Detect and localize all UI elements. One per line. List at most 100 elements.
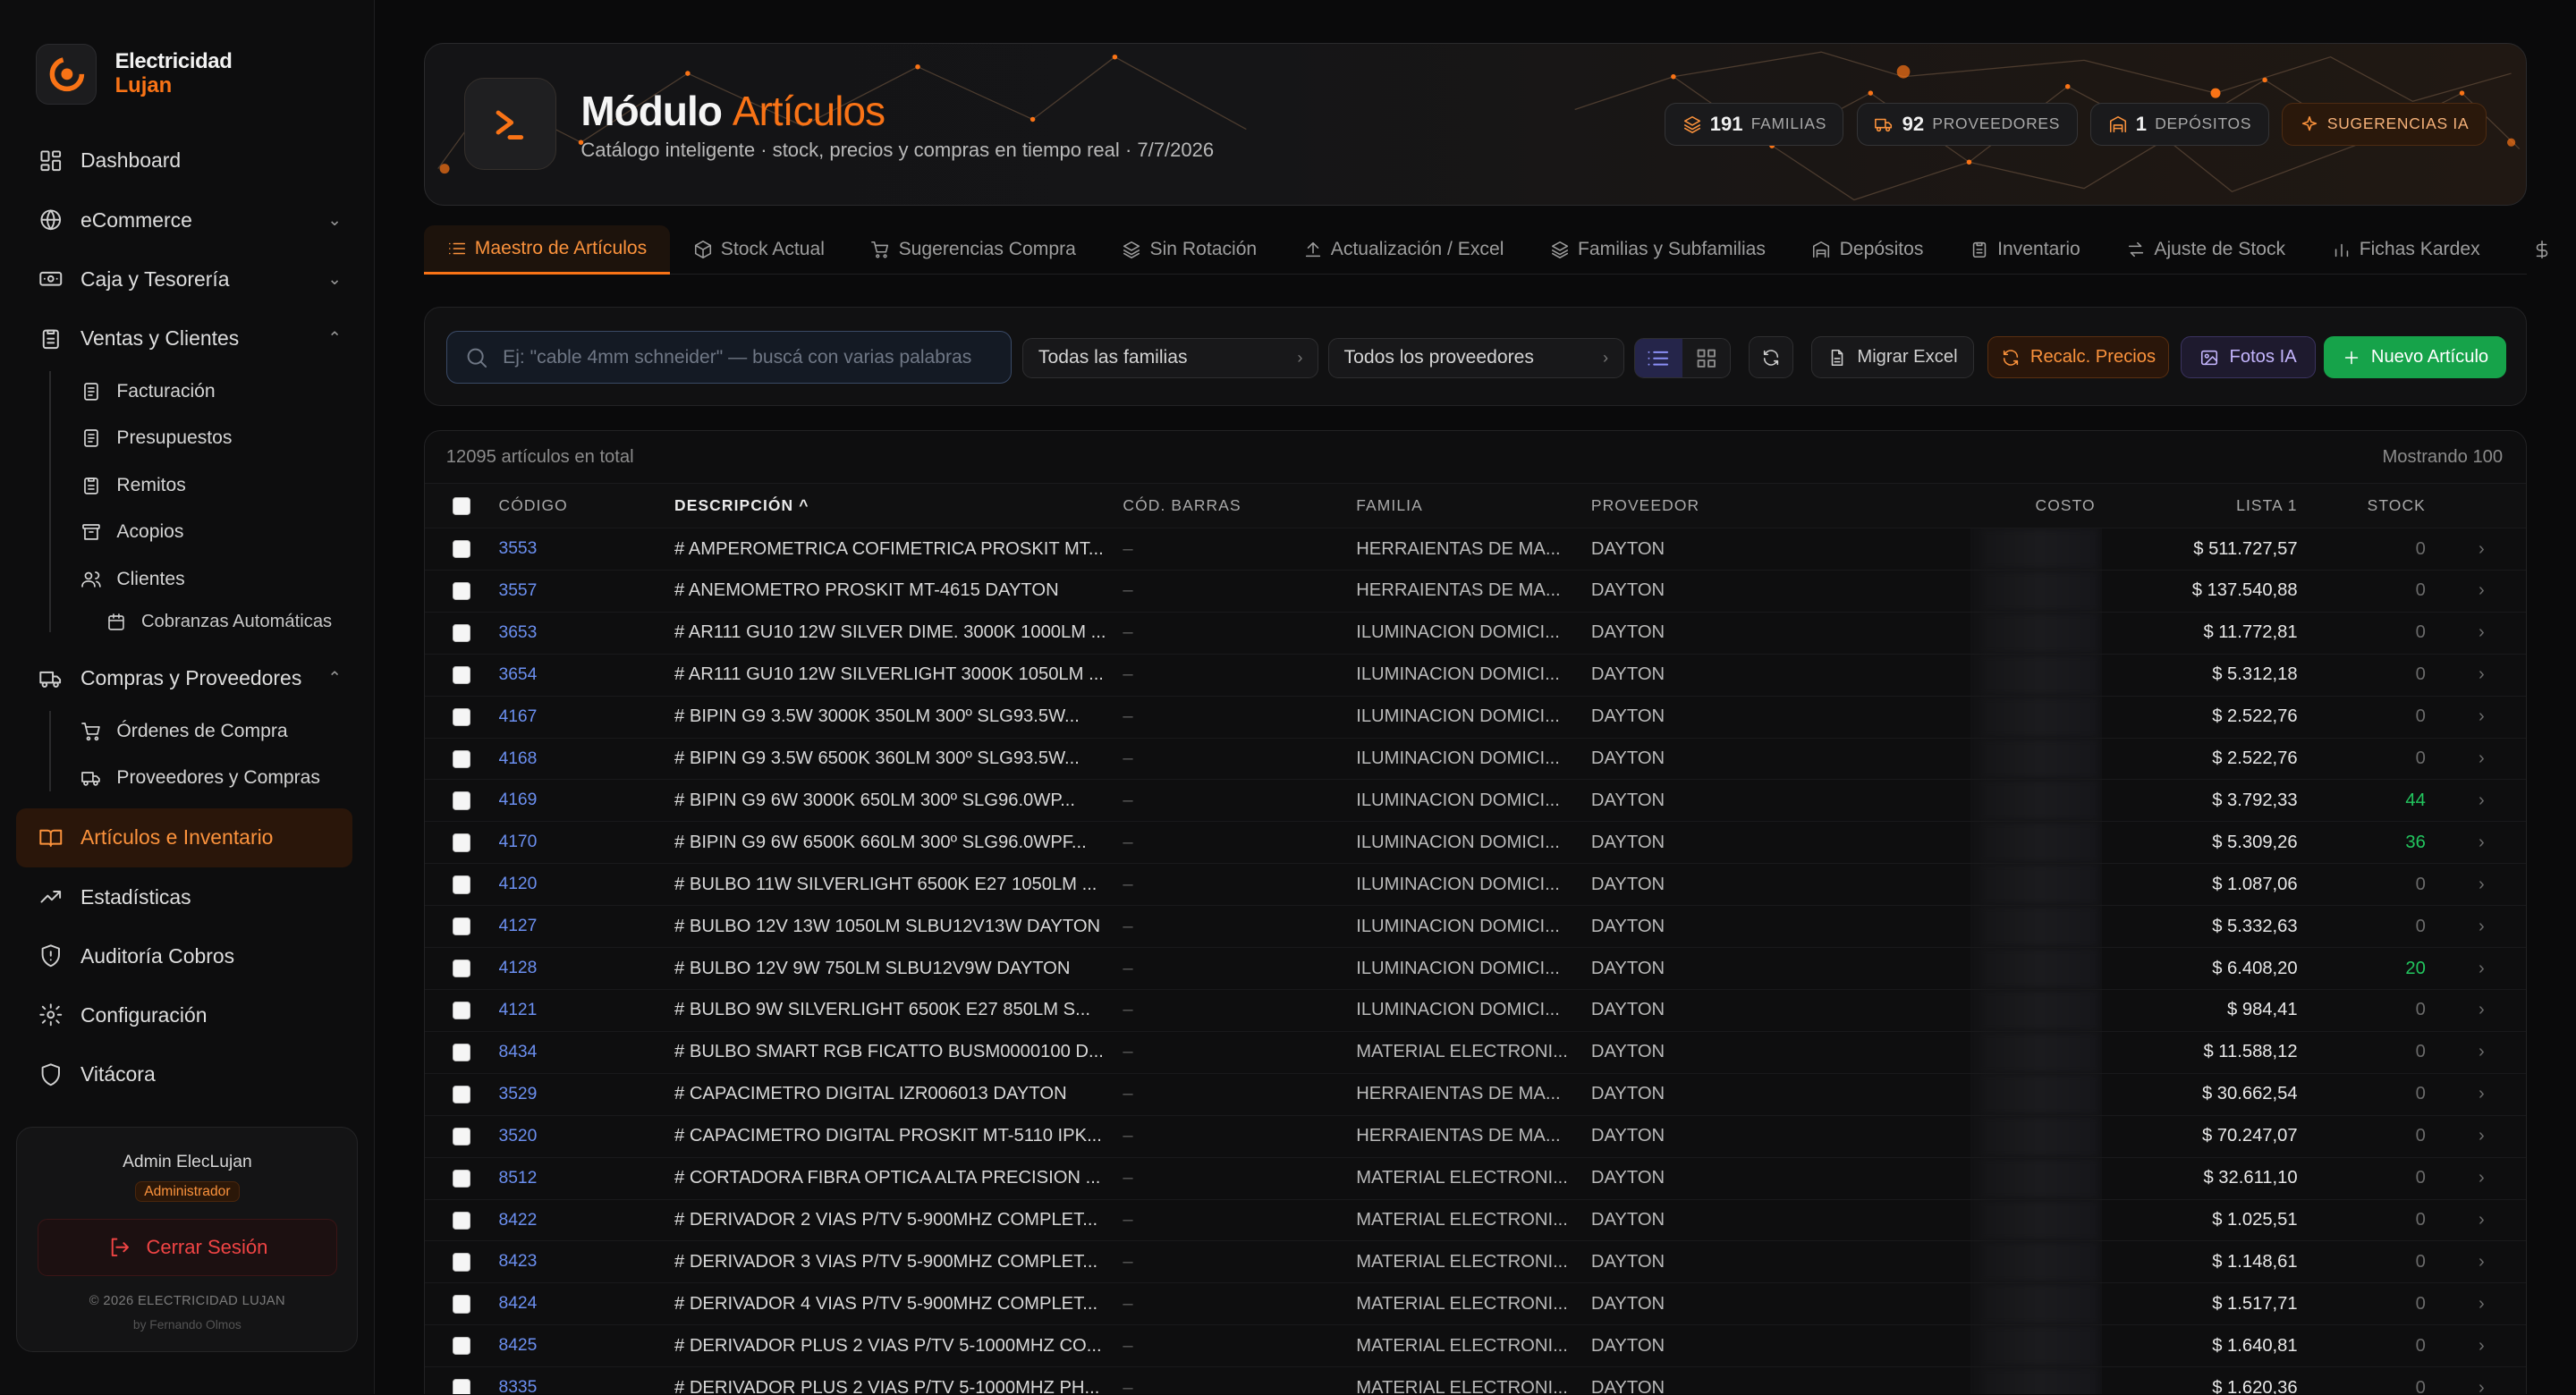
row-select[interactable]	[424, 947, 499, 990]
row-select[interactable]	[424, 611, 499, 655]
cell-codigo[interactable]: 3553	[498, 528, 675, 571]
row-select[interactable]	[424, 528, 499, 571]
header-proveedor[interactable]: PROVEEDOR	[1590, 483, 1971, 528]
chevron-right-icon[interactable]: ›	[2435, 653, 2526, 697]
nav-articulos[interactable]: Artículos e Inventario	[16, 807, 352, 867]
row-select[interactable]	[424, 821, 499, 864]
table-row[interactable]: 3653 # AR111 GU10 12W SILVER DIME. 3000K …	[424, 611, 2526, 655]
chevron-right-icon[interactable]: ›	[2435, 1156, 2526, 1200]
table-row[interactable]: 3520 # CAPACIMETRO DIGITAL PROSKIT MT-511…	[424, 1114, 2526, 1158]
nav-dashboard[interactable]: Dashboard	[0, 131, 374, 190]
chevron-right-icon[interactable]: ›	[2435, 1030, 2526, 1074]
nav-presupuestos[interactable]: Presupuestos	[0, 415, 374, 462]
row-select[interactable]	[424, 653, 499, 697]
tab-inventario[interactable]: Inventario	[1946, 225, 2103, 275]
nav-acopios[interactable]: Acopios	[0, 509, 374, 556]
chevron-right-icon[interactable]: ›	[2435, 1240, 2526, 1283]
refresh-button[interactable]	[1749, 335, 1793, 379]
row-select[interactable]	[424, 863, 499, 906]
chevron-right-icon[interactable]: ›	[2435, 737, 2526, 780]
table-row[interactable]: 4167 # BIPIN G9 3.5W 3000K 350LM 300º SLG…	[424, 695, 2526, 739]
tab-familias[interactable]: Familias y Subfamilias	[1527, 225, 1789, 275]
cell-codigo[interactable]: 4127	[498, 905, 675, 948]
search-input[interactable]	[503, 346, 996, 368]
row-checkbox[interactable]	[453, 707, 471, 726]
cell-codigo[interactable]: 4169	[498, 779, 675, 822]
cell-codigo[interactable]: 8512	[498, 1156, 675, 1200]
row-checkbox[interactable]	[453, 833, 471, 852]
cell-codigo[interactable]: 4120	[498, 863, 675, 906]
stat-proveedores[interactable]: 92 PROVEEDORES	[1857, 102, 2078, 146]
nav-configuracion[interactable]: Configuración	[0, 985, 374, 1044]
tab-actualizacion[interactable]: Actualización / Excel	[1280, 225, 1527, 275]
row-checkbox[interactable]	[453, 1043, 471, 1062]
tab-sin-rotacion[interactable]: Sin Rotación	[1099, 225, 1280, 275]
chevron-right-icon[interactable]: ›	[2435, 1114, 2526, 1158]
chevron-right-icon[interactable]: ›	[2435, 528, 2526, 571]
table-row[interactable]: 4128 # BULBO 12V 9W 750LM SLBU12V9W DAYTO…	[424, 947, 2526, 990]
recalc-precios-button[interactable]: Recalc. Precios	[1987, 335, 2170, 379]
stat-familias[interactable]: 191 FAMILIAS	[1665, 102, 1844, 146]
chevron-right-icon[interactable]: ›	[2435, 821, 2526, 864]
header-descripcion[interactable]: DESCRIPCIÓN ^	[674, 483, 1123, 528]
row-checkbox[interactable]	[453, 1337, 471, 1356]
row-select[interactable]	[424, 1156, 499, 1200]
nav-ecommerce[interactable]: eCommerce ⌄	[0, 190, 374, 249]
brand[interactable]: Electricidad Lujan	[0, 0, 374, 108]
table-row[interactable]: 3529 # CAPACIMETRO DIGITAL IZR006013 DAYT…	[424, 1072, 2526, 1116]
row-checkbox[interactable]	[453, 1002, 471, 1020]
nav-estadisticas[interactable]: Estadísticas	[0, 867, 374, 926]
row-select[interactable]	[424, 1030, 499, 1074]
header-lista[interactable]: LISTA 1	[2102, 483, 2298, 528]
list-view-button[interactable]	[1634, 338, 1682, 378]
tab-more[interactable]	[2503, 225, 2575, 275]
cell-codigo[interactable]: 4128	[498, 947, 675, 990]
row-select[interactable]	[424, 1198, 499, 1241]
chevron-right-icon[interactable]: ›	[2435, 1324, 2526, 1367]
row-checkbox[interactable]	[453, 875, 471, 894]
cell-codigo[interactable]: 4121	[498, 989, 675, 1032]
header-barras[interactable]: CÓD. BARRAS	[1123, 483, 1357, 528]
cell-codigo[interactable]: 3653	[498, 611, 675, 655]
row-checkbox[interactable]	[453, 917, 471, 936]
chevron-right-icon[interactable]: ›	[2435, 611, 2526, 655]
stat-depositos[interactable]: 1 DEPÓSITOS	[2090, 102, 2269, 146]
grid-view-button[interactable]	[1682, 339, 1730, 378]
header-costo[interactable]: COSTO	[1970, 483, 2103, 528]
chevron-right-icon[interactable]: ›	[2435, 1282, 2526, 1325]
chevron-right-icon[interactable]: ›	[2435, 947, 2526, 990]
row-select[interactable]	[424, 1240, 499, 1283]
table-row[interactable]: 3553 # AMPEROMETRICA COFIMETRICA PROSKIT …	[424, 528, 2526, 571]
row-select[interactable]	[424, 1282, 499, 1325]
migrar-excel-button[interactable]: Migrar Excel	[1811, 335, 1974, 379]
chevron-right-icon[interactable]: ›	[2435, 695, 2526, 739]
cell-codigo[interactable]: 8424	[498, 1282, 675, 1325]
row-select[interactable]	[424, 1324, 499, 1367]
nav-remitos[interactable]: Remitos	[0, 461, 374, 509]
cell-codigo[interactable]: 8434	[498, 1030, 675, 1074]
row-checkbox[interactable]	[453, 1295, 471, 1314]
row-checkbox[interactable]	[453, 581, 471, 601]
row-checkbox[interactable]	[453, 540, 471, 559]
cell-codigo[interactable]: 3520	[498, 1114, 675, 1158]
table-row[interactable]: 8425 # DERIVADOR PLUS 2 VIAS P/TV 5-1000M…	[424, 1324, 2526, 1367]
table-row[interactable]: 8422 # DERIVADOR 2 VIAS P/TV 5-900MHZ COM…	[424, 1198, 2526, 1241]
table-row[interactable]: 8424 # DERIVADOR 4 VIAS P/TV 5-900MHZ COM…	[424, 1282, 2526, 1325]
tab-ajuste[interactable]: Ajuste de Stock	[2104, 225, 2309, 275]
row-select[interactable]	[424, 695, 499, 739]
row-select[interactable]	[424, 1366, 499, 1395]
table-row[interactable]: 4127 # BULBO 12V 13W 1050LM SLBU12V13W DA…	[424, 905, 2526, 948]
search-box[interactable]	[445, 331, 1012, 384]
select-all-checkbox[interactable]	[453, 497, 471, 516]
row-select[interactable]	[424, 737, 499, 780]
row-checkbox[interactable]	[453, 960, 471, 978]
header-familia[interactable]: FAMILIA	[1356, 483, 1591, 528]
table-row[interactable]: 4121 # BULBO 9W SILVERLIGHT 6500K E27 850…	[424, 989, 2526, 1032]
cell-codigo[interactable]: 3654	[498, 653, 675, 697]
chevron-right-icon[interactable]: ›	[2435, 863, 2526, 906]
row-select[interactable]	[424, 569, 499, 613]
nav-ordenes-compra[interactable]: Órdenes de Compra	[0, 707, 374, 755]
sugerencias-ia-button[interactable]: SUGERENCIAS IA	[2282, 102, 2487, 146]
familias-select[interactable]: Todas las familias ›	[1022, 337, 1318, 379]
row-select[interactable]	[424, 989, 499, 1032]
